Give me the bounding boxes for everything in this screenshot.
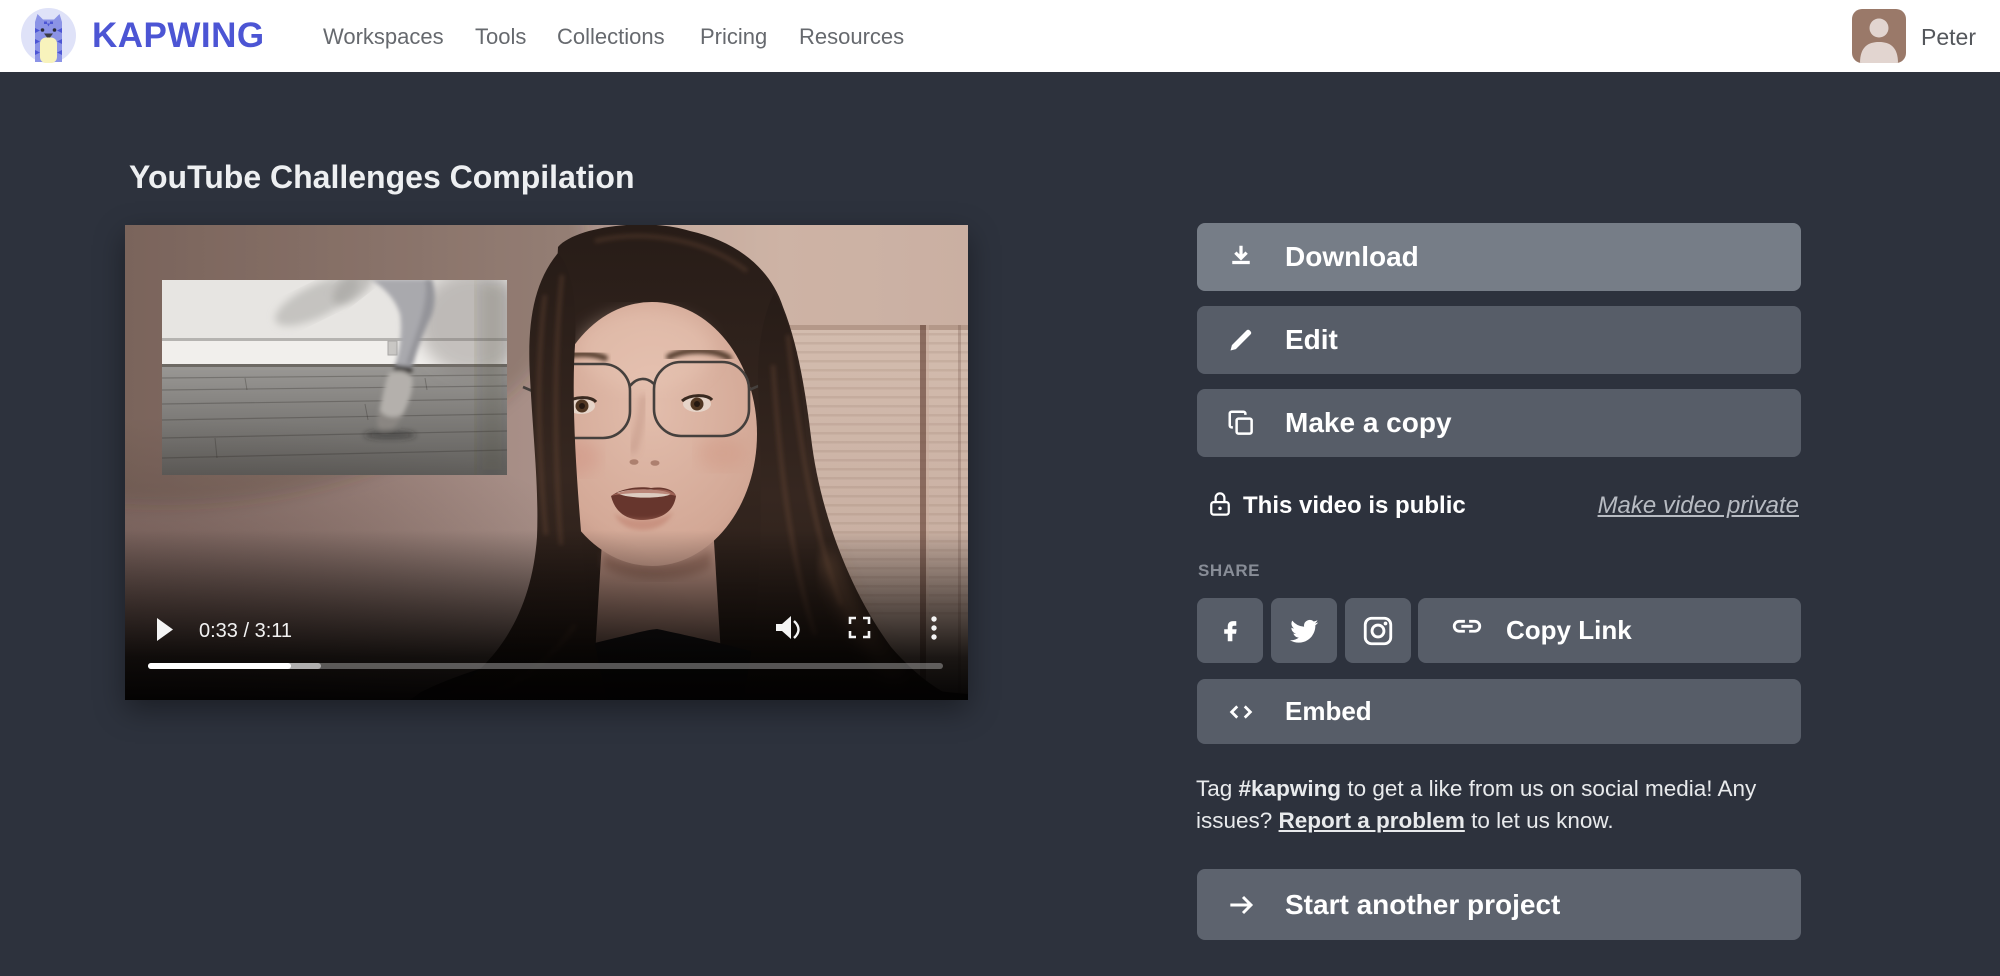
svg-text:0:33 / 3:11: 0:33 / 3:11 bbox=[199, 620, 292, 642]
